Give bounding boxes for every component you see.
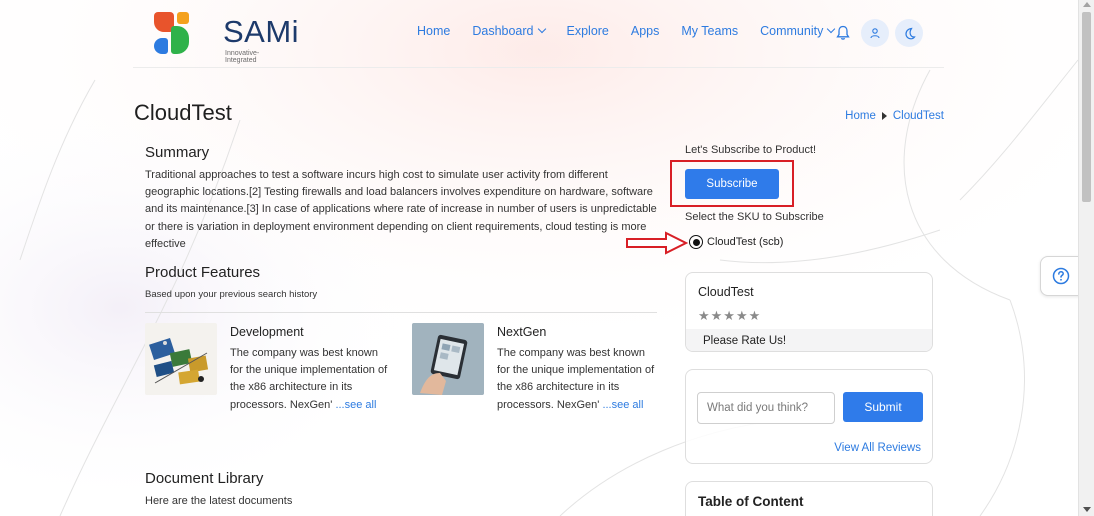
sami-logo[interactable]: SAMi Innovative-Integrated <box>151 10 299 64</box>
summary-text: Traditional approaches to test a softwar… <box>145 169 657 250</box>
radio-selected-dot <box>692 238 700 246</box>
scroll-up-icon[interactable] <box>1083 2 1091 7</box>
breadcrumb-home[interactable]: Home <box>845 110 876 122</box>
logo-tagline: Innovative-Integrated <box>225 50 260 64</box>
nav-home[interactable]: Home <box>417 24 450 38</box>
review-panel: Submit View All Reviews <box>685 369 933 464</box>
bell-icon[interactable] <box>833 19 853 47</box>
feature-card-description: The company was best known for the uniqu… <box>230 345 390 414</box>
feature-card-development[interactable]: Development The company was best known f… <box>145 323 390 423</box>
see-all-link[interactable]: ...see all <box>335 399 376 411</box>
question-icon <box>1052 267 1070 285</box>
header-icon-group <box>833 19 929 47</box>
summary-heading: Summary <box>145 144 210 161</box>
logo-text: SAMi <box>223 14 300 49</box>
see-all-link[interactable]: ...see all <box>602 399 643 411</box>
chevron-down-icon <box>537 24 546 34</box>
nav-community[interactable]: Community <box>760 24 836 38</box>
breadcrumb-current[interactable]: CloudTest <box>893 110 944 122</box>
development-image <box>145 323 217 395</box>
scroll-down-icon[interactable] <box>1083 507 1091 512</box>
rate-us-text: Please Rate Us! <box>703 335 787 347</box>
product-features-heading: Product Features <box>145 264 261 281</box>
subscribe-button[interactable]: Subscribe <box>685 169 779 199</box>
table-of-content-title: Table of Content <box>698 494 804 509</box>
breadcrumb-arrow-icon <box>881 112 887 120</box>
feature-card-title: Development <box>230 325 304 339</box>
sku-select-label: Select the SKU to Subscribe <box>685 211 824 223</box>
vertical-scrollbar[interactable] <box>1078 0 1094 516</box>
nav-apps[interactable]: Apps <box>631 24 660 38</box>
nav-my-teams[interactable]: My Teams <box>681 24 738 38</box>
view-all-reviews-link[interactable]: View All Reviews <box>834 442 921 454</box>
nav-dashboard[interactable]: Dashboard <box>472 24 546 38</box>
sku-option[interactable]: CloudTest (scb) <box>689 235 783 249</box>
scrollbar-thumb[interactable] <box>1082 12 1091 202</box>
review-input[interactable] <box>697 392 835 424</box>
annotation-arrow-icon <box>626 231 688 255</box>
document-library-subtitle: Here are the latest documents <box>145 495 293 507</box>
breadcrumb: Home CloudTest <box>845 110 944 122</box>
feature-card-description: The company was best known for the uniqu… <box>497 345 657 414</box>
sku-radio[interactable] <box>689 235 703 249</box>
nextgen-image <box>412 323 484 395</box>
star-rating[interactable]: ★★★★★ <box>698 308 761 324</box>
sku-option-label: CloudTest (scb) <box>707 236 784 248</box>
top-header: SAMi Innovative-Integrated Home Dashboar… <box>133 0 944 68</box>
rating-product-title: CloudTest <box>698 285 754 299</box>
help-button[interactable] <box>1040 256 1082 296</box>
document-library-heading: Document Library <box>145 470 264 487</box>
feature-card-nextgen[interactable]: NextGen The company was best known for t… <box>412 323 657 423</box>
subscribe-prompt: Let's Subscribe to Product! <box>685 144 817 156</box>
divider <box>145 312 657 313</box>
product-features-subtitle: Based upon your previous search history <box>145 289 318 300</box>
moon-icon[interactable] <box>895 19 923 47</box>
nav-explore[interactable]: Explore <box>567 24 609 38</box>
page-title: CloudTest <box>134 100 232 125</box>
nav-community-label: Community <box>760 24 824 38</box>
nav-dashboard-label: Dashboard <box>472 24 534 38</box>
main-nav: Home Dashboard Explore Apps My Teams Com… <box>417 24 856 38</box>
feature-card-title: NextGen <box>497 325 547 339</box>
submit-review-button[interactable]: Submit <box>843 392 923 422</box>
rating-panel: CloudTest ★★★★★ Please Rate Us! <box>685 272 933 352</box>
user-icon[interactable] <box>861 19 889 47</box>
table-of-content-panel: Table of Content <box>685 481 933 516</box>
